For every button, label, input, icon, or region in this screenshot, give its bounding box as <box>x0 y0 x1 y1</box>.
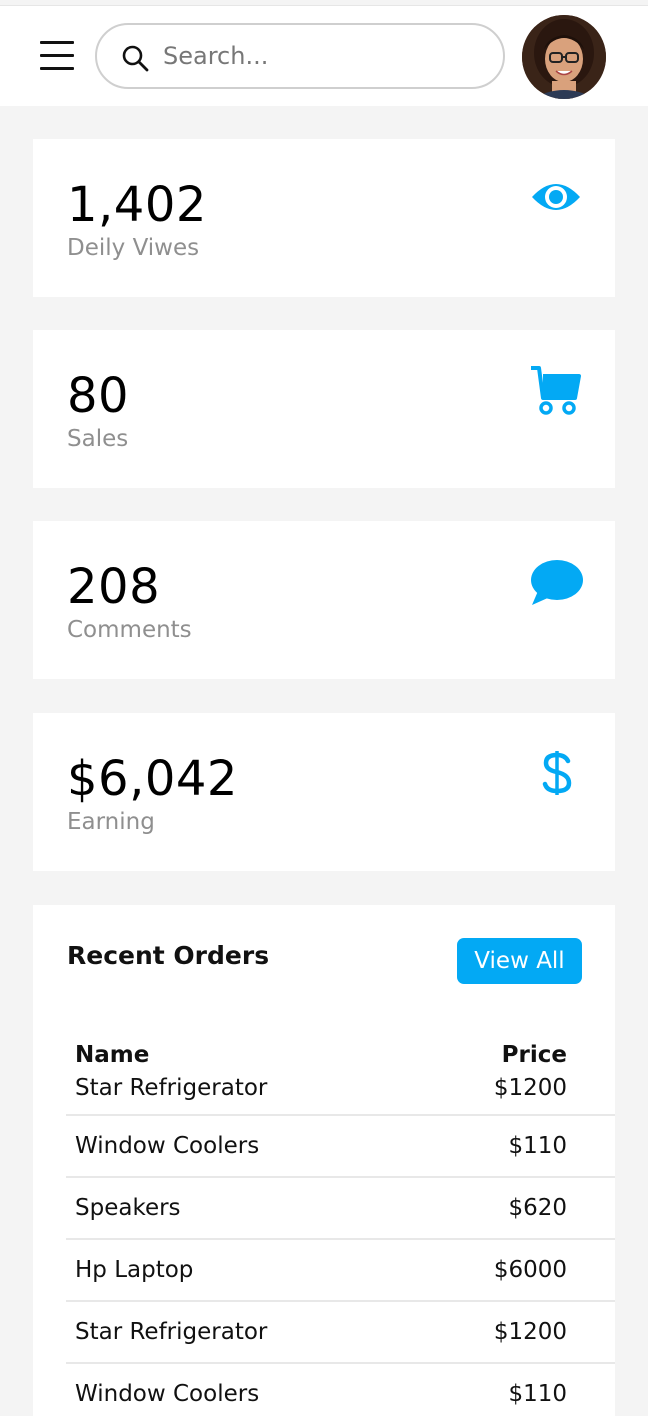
view-all-button[interactable]: View All <box>457 938 582 984</box>
cart-icon <box>531 366 581 415</box>
stat-value: $6,042 <box>67 751 238 807</box>
eye-icon <box>532 184 580 210</box>
order-name: Window Coolers <box>66 1363 400 1416</box>
search-box[interactable] <box>95 23 505 89</box>
order-price: $1200 <box>399 1301 615 1364</box>
stat-label: Earning <box>67 809 155 835</box>
table-header-row: Name Price <box>66 1033 615 1073</box>
order-price: $620 <box>399 1177 615 1240</box>
table-row[interactable]: Hp Laptop $6000 <box>66 1239 615 1302</box>
column-header-name: Name <box>75 1042 150 1068</box>
table-row[interactable]: Star Refrigerator $1200 <box>66 1301 615 1364</box>
table-row[interactable]: Window Coolers $110 <box>66 1115 615 1178</box>
order-name: Window Coolers <box>66 1115 400 1178</box>
table-row[interactable]: Star Refrigerator $1200 <box>66 1073 615 1116</box>
order-name: Star Refrigerator <box>66 1301 400 1364</box>
stat-label: Sales <box>67 426 129 452</box>
comment-icon <box>531 560 583 605</box>
order-price: $1200 <box>399 1073 615 1116</box>
top-bar <box>0 6 648 106</box>
stat-value: 208 <box>67 559 161 615</box>
search-input[interactable] <box>163 37 483 75</box>
stat-label: Deily Viwes <box>67 235 200 261</box>
stat-card-views: 1,402 Deily Viwes <box>33 139 615 297</box>
hamburger-icon[interactable] <box>40 41 76 71</box>
dollar-icon <box>542 751 572 795</box>
table-row[interactable]: Speakers $620 <box>66 1177 615 1240</box>
order-price: $6000 <box>399 1239 615 1302</box>
stat-value: 80 <box>67 368 130 424</box>
search-icon <box>122 45 149 72</box>
column-header-price: Price <box>501 1042 567 1068</box>
order-name: Speakers <box>66 1177 400 1240</box>
orders-table: Name Price Star Refrigerator $1200 Windo… <box>66 1033 615 1416</box>
table-row[interactable]: Window Coolers $110 <box>66 1363 615 1416</box>
stat-card-comments: 208 Comments <box>33 521 615 679</box>
stat-card-earning: $6,042 Earning <box>33 713 615 871</box>
order-price: $110 <box>399 1115 615 1178</box>
order-name: Star Refrigerator <box>66 1073 400 1116</box>
order-price: $110 <box>399 1363 615 1416</box>
recent-orders-title: Recent Orders <box>67 941 270 970</box>
stat-label: Comments <box>67 617 192 643</box>
stat-value: 1,402 <box>67 177 207 233</box>
avatar[interactable] <box>522 15 606 99</box>
stat-card-sales: 80 Sales <box>33 330 615 488</box>
order-name: Hp Laptop <box>66 1239 400 1302</box>
recent-orders-panel: Recent Orders View All Name Price Star R… <box>33 905 615 1416</box>
